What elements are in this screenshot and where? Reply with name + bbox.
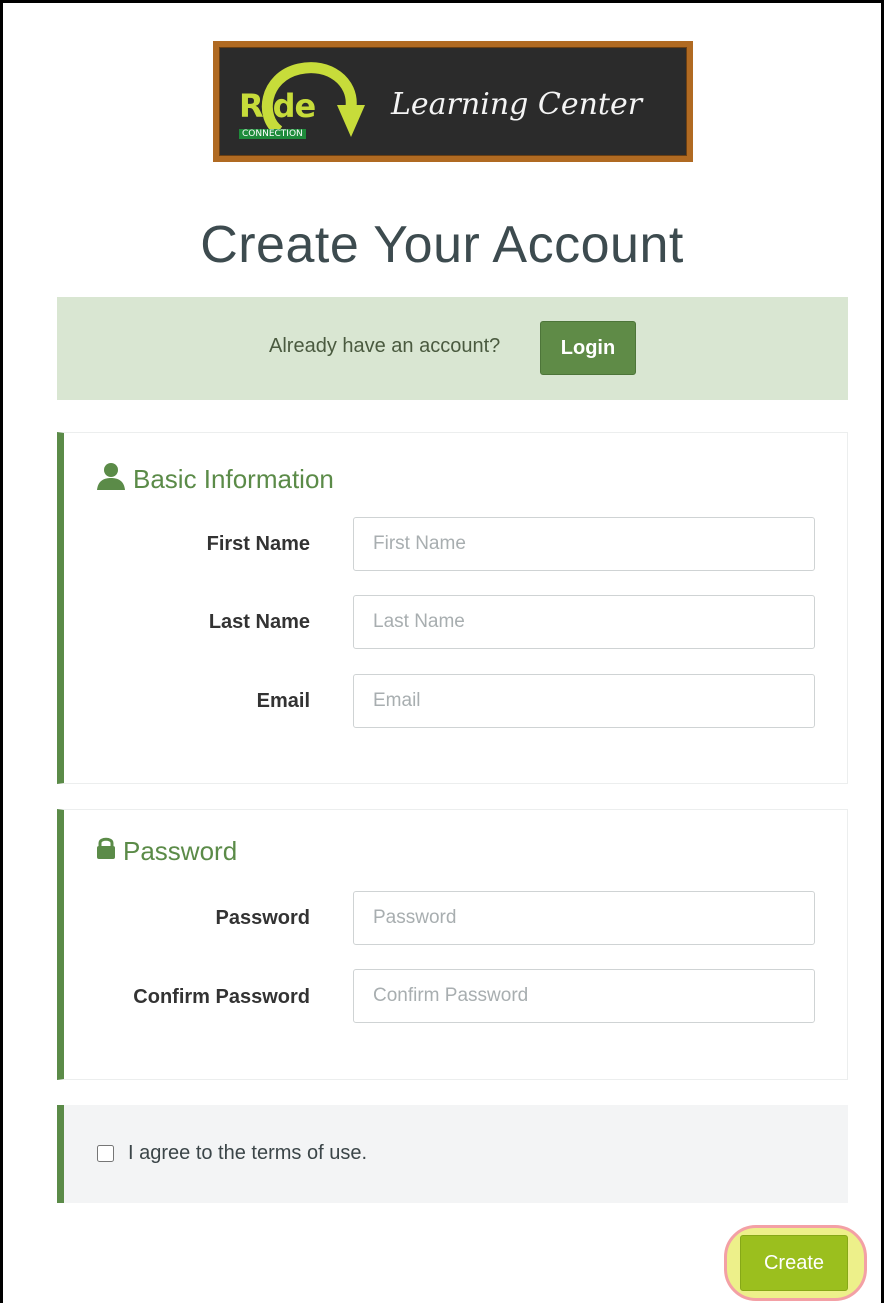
create-button[interactable]: Create [740, 1235, 848, 1291]
first-name-label: First Name [206, 533, 310, 555]
logo-ride-text: Ride [239, 87, 316, 125]
confirm-password-input[interactable] [353, 969, 815, 1023]
logo-learning-center-text: Learning Center [391, 87, 643, 122]
last-name-label: Last Name [208, 611, 310, 633]
first-name-input[interactable] [353, 517, 815, 571]
page-title: Create Your Account [200, 216, 684, 274]
password-heading: Password [96, 836, 237, 867]
last-name-input[interactable] [353, 595, 815, 649]
password-panel: Password Password Confirm Password [57, 809, 848, 1080]
email-label: Email [256, 690, 310, 712]
basic-information-title: Basic Information [133, 464, 334, 494]
terms-panel: I agree to the terms of use. [57, 1105, 848, 1203]
email-input[interactable] [353, 674, 815, 728]
password-title: Password [123, 836, 238, 866]
login-banner: Already have an account? Login [57, 297, 848, 400]
confirm-password-label: Confirm Password [133, 986, 310, 1008]
terms-label: I agree to the terms of use. [128, 1142, 368, 1164]
basic-information-panel: Basic Information First Name Last Name E… [57, 432, 848, 784]
lock-icon [96, 836, 116, 867]
basic-information-heading: Basic Information [96, 461, 334, 498]
user-icon [96, 461, 126, 498]
login-prompt: Already have an account? [269, 335, 501, 357]
password-label: Password [215, 907, 310, 929]
login-button[interactable]: Login [540, 321, 636, 375]
logo-connection-text: CONNECTION [239, 129, 306, 139]
password-input[interactable] [353, 891, 815, 945]
terms-checkbox[interactable] [97, 1145, 114, 1162]
ride-connection-logo: Ride CONNECTION Learning Center [213, 41, 693, 162]
